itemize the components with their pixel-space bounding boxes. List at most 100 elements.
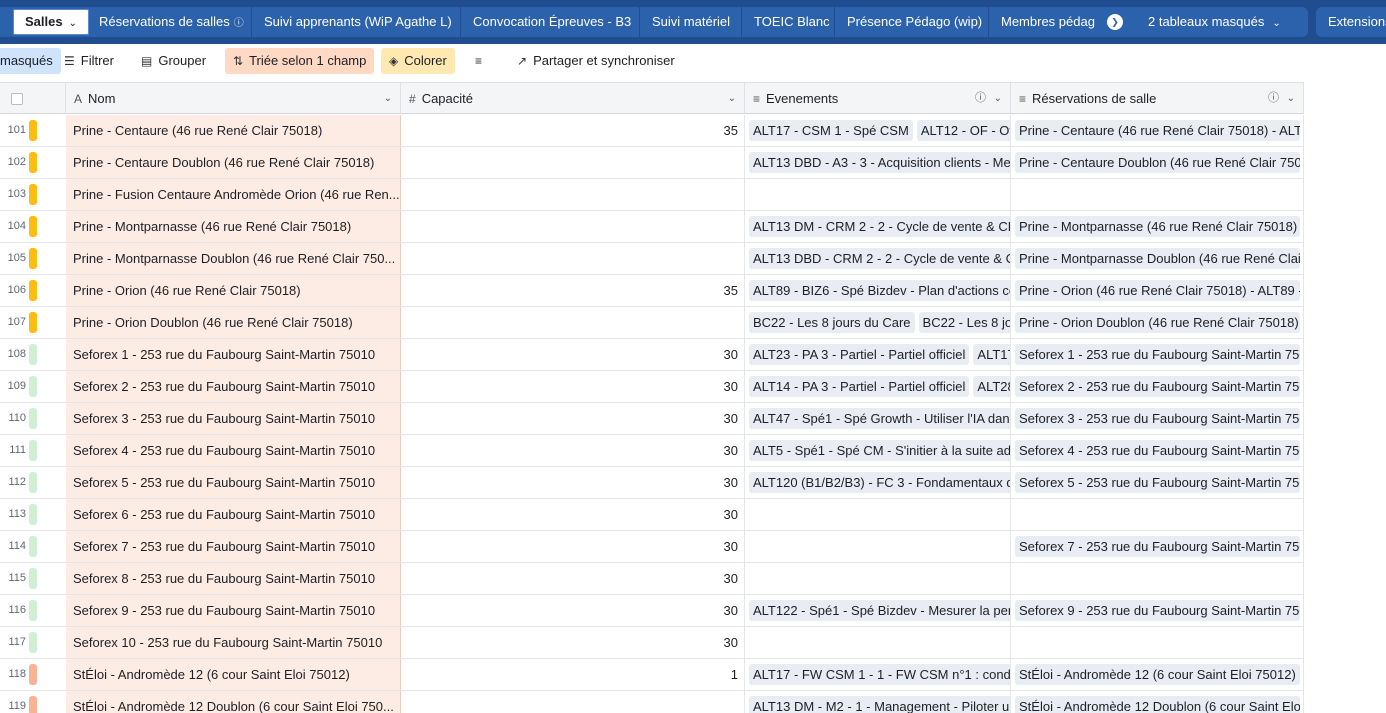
cell-capacite[interactable]: 30: [401, 371, 745, 402]
table-row[interactable]: 108 Seforex 1 - 253 rue du Faubourg Saint…: [0, 339, 1304, 371]
linked-record-chip[interactable]: Seforex 4 - 253 rue du Faubourg Saint-Ma…: [1015, 440, 1300, 461]
cell-nom[interactable]: StÉloi - Andromède 12 (6 cour Saint Eloi…: [66, 659, 401, 690]
table-row[interactable]: 114 Seforex 7 - 253 rue du Faubourg Saint…: [0, 531, 1304, 563]
tab-suivi-apprenants[interactable]: Suivi apprenants (WiP Agathe L): [252, 7, 464, 37]
column-header-reservations[interactable]: ≡ Réservations de salle ⓘ ⌄: [1011, 83, 1304, 114]
cell-evenements[interactable]: ALT13 DBD - A3 - 3 - Acquisition clients…: [745, 147, 1011, 178]
cell-nom[interactable]: Seforex 1 - 253 rue du Faubourg Saint-Ma…: [66, 339, 401, 370]
tab-membres-pedag[interactable]: Membres pédag: [989, 7, 1095, 37]
cell-capacite[interactable]: 35: [401, 115, 745, 146]
cell-capacite[interactable]: [401, 307, 745, 338]
hidden-fields-button[interactable]: masqués: [0, 48, 61, 74]
share-sync-button[interactable]: ↗ Partager et synchroniser: [509, 48, 683, 74]
table-row[interactable]: 109 Seforex 2 - 253 rue du Faubourg Saint…: [0, 371, 1304, 403]
cell-reservations[interactable]: Seforex 7 - 253 rue du Faubourg Saint-Ma…: [1011, 531, 1304, 562]
cell-capacite[interactable]: 30: [401, 531, 745, 562]
chevron-down-icon[interactable]: ⌄: [384, 83, 392, 114]
linked-record-chip[interactable]: Seforex 1 - 253 rue du Faubourg Saint-Ma…: [1015, 344, 1300, 365]
linked-record-chip[interactable]: ALT13 DM - M2 - 1 - Management - Piloter…: [749, 696, 1010, 713]
cell-evenements[interactable]: ALT89 - BIZ6 - Spé Bizdev - Plan d'actio…: [745, 275, 1011, 306]
cell-capacite[interactable]: 30: [401, 467, 745, 498]
filter-button[interactable]: ☰ Filtrer: [56, 48, 122, 74]
cell-reservations[interactable]: Seforex 4 - 253 rue du Faubourg Saint-Ma…: [1011, 435, 1304, 466]
cell-reservations[interactable]: StÉloi - Andromède 12 (6 cour Saint Eloi…: [1011, 659, 1304, 690]
linked-record-chip[interactable]: Seforex 2 - 253 rue du Faubourg Saint-Ma…: [1015, 376, 1300, 397]
cell-evenements[interactable]: ALT122 - Spé1 - Spé Bizdev - Mesurer la …: [745, 595, 1011, 626]
linked-record-chip[interactable]: Prine - Montparnasse (46 rue René Clair …: [1015, 216, 1300, 237]
cell-reservations[interactable]: Seforex 3 - 253 rue du Faubourg Saint-Ma…: [1011, 403, 1304, 434]
cell-evenements[interactable]: ALT47 - Spé1 - Spé Growth - Utiliser l'I…: [745, 403, 1011, 434]
tab-convocation-epreuves[interactable]: Convocation Épreuves - B3: [461, 7, 643, 37]
cell-evenements[interactable]: ALT14 - PA 3 - Partiel - Partiel officie…: [745, 371, 1011, 402]
cell-reservations[interactable]: [1011, 179, 1304, 210]
chevron-down-icon[interactable]: ⌄: [69, 18, 77, 29]
tab-toeic-blanc[interactable]: TOEIC Blanc: [742, 7, 842, 37]
linked-record-chip[interactable]: BC22 - Les 8 jour: [918, 312, 1010, 333]
cell-reservations[interactable]: Prine - Montparnasse (46 rue René Clair …: [1011, 211, 1304, 242]
cell-capacite[interactable]: 30: [401, 595, 745, 626]
linked-record-chip[interactable]: BC22 - Les 8 jours du Care: [749, 312, 915, 333]
cell-nom[interactable]: Prine - Centaure Doublon (46 rue René Cl…: [66, 147, 401, 178]
linked-record-chip[interactable]: Seforex 5 - 253 rue du Faubourg Saint-Ma…: [1015, 472, 1300, 493]
cell-capacite[interactable]: 1: [401, 659, 745, 690]
cell-capacite[interactable]: [401, 179, 745, 210]
table-row[interactable]: 116 Seforex 9 - 253 rue du Faubourg Saint…: [0, 595, 1304, 627]
cell-evenements[interactable]: ALT17 - CSM 1 - Spé CSMALT12 - OF - Offb: [745, 115, 1011, 146]
linked-record-chip[interactable]: ALT13 DM - CRM 2 - 2 - Cycle de vente & …: [749, 216, 1010, 237]
cell-evenements[interactable]: [745, 531, 1011, 562]
cell-reservations[interactable]: Prine - Montparnasse Doublon (46 rue Ren…: [1011, 243, 1304, 274]
linked-record-chip[interactable]: ALT5 - Spé1 - Spé CM - S'initier à la su…: [749, 440, 1010, 461]
cell-nom[interactable]: Seforex 8 - 253 rue du Faubourg Saint-Ma…: [66, 563, 401, 594]
linked-record-chip[interactable]: Prine - Orion (46 rue René Clair 75018) …: [1015, 280, 1300, 301]
linked-record-chip[interactable]: ALT17: [973, 344, 1010, 365]
cell-reservations[interactable]: Prine - Centaure Doublon (46 rue René Cl…: [1011, 147, 1304, 178]
cell-evenements[interactable]: ALT13 DBD - CRM 2 - 2 - Cycle de vente &…: [745, 243, 1011, 274]
cell-capacite[interactable]: 30: [401, 339, 745, 370]
cell-evenements[interactable]: [745, 627, 1011, 658]
cell-nom[interactable]: Seforex 7 - 253 rue du Faubourg Saint-Ma…: [66, 531, 401, 562]
cell-evenements[interactable]: BC22 - Les 8 jours du Care BC22 - Les 8 j…: [745, 307, 1011, 338]
cell-evenements[interactable]: [745, 179, 1011, 210]
cell-capacite[interactable]: [401, 211, 745, 242]
table-row[interactable]: 102 Prine - Centaure Doublon (46 rue René…: [0, 147, 1304, 179]
cell-reservations[interactable]: StÉloi - Andromède 12 Doublon (6 cour Sa…: [1011, 691, 1304, 713]
cell-nom[interactable]: Seforex 2 - 253 rue du Faubourg Saint-Ma…: [66, 371, 401, 402]
linked-record-chip[interactable]: ALT122 - Spé1 - Spé Bizdev - Mesurer la …: [749, 600, 1010, 621]
info-icon[interactable]: ⓘ: [1268, 83, 1279, 114]
table-row[interactable]: 118 StÉloi - Andromède 12 (6 cour Saint E…: [0, 659, 1304, 691]
column-header-capacite[interactable]: # Capacité ⌄: [401, 83, 745, 114]
cell-nom[interactable]: StÉloi - Andromède 12 Doublon (6 cour Sa…: [66, 691, 401, 713]
cell-nom[interactable]: Seforex 10 - 253 rue du Faubourg Saint-M…: [66, 627, 401, 658]
cell-reservations[interactable]: [1011, 563, 1304, 594]
cell-evenements[interactable]: ALT13 DM - M2 - 1 - Management - Piloter…: [745, 691, 1011, 713]
cell-capacite[interactable]: 35: [401, 275, 745, 306]
table-row[interactable]: 101 Prine - Centaure (46 rue René Clair 7…: [0, 115, 1304, 147]
cell-evenements[interactable]: ALT17 - FW CSM 1 - 1 - FW CSM n°1 : cond…: [745, 659, 1011, 690]
linked-record-chip[interactable]: Prine - Orion Doublon (46 rue René Clair…: [1015, 312, 1300, 333]
table-row[interactable]: 117 Seforex 10 - 253 rue du Faubourg Sain…: [0, 627, 1304, 659]
scroll-tabs-right-icon[interactable]: ❯: [1107, 14, 1123, 30]
table-row[interactable]: 104 Prine - Montparnasse (46 rue René Cla…: [0, 211, 1304, 243]
linked-record-chip[interactable]: ALT14 - PA 3 - Partiel - Partiel officie…: [749, 376, 970, 397]
linked-record-chip[interactable]: ALT47 - Spé1 - Spé Growth - Utiliser l'I…: [749, 408, 1010, 429]
linked-record-chip[interactable]: ALT23 - PA 3 - Partiel - Partiel officie…: [749, 344, 970, 365]
cell-nom[interactable]: Prine - Montparnasse (46 rue René Clair …: [66, 211, 401, 242]
column-header-nom[interactable]: A Nom ⌄: [66, 83, 401, 114]
linked-record-chip[interactable]: ALT89 - BIZ6 - Spé Bizdev - Plan d'actio…: [749, 280, 1010, 301]
linked-record-chip[interactable]: ALT28: [973, 376, 1010, 397]
cell-nom[interactable]: Prine - Orion (46 rue René Clair 75018): [66, 275, 401, 306]
table-row[interactable]: 115 Seforex 8 - 253 rue du Faubourg Saint…: [0, 563, 1304, 595]
cell-reservations[interactable]: [1011, 499, 1304, 530]
table-row[interactable]: 107 Prine - Orion Doublon (46 rue René Cl…: [0, 307, 1304, 339]
table-row[interactable]: 111 Seforex 4 - 253 rue du Faubourg Saint…: [0, 435, 1304, 467]
sort-button[interactable]: ⇅ Triée selon 1 champ: [225, 48, 375, 74]
table-row[interactable]: 119 StÉloi - Andromède 12 Doublon (6 cour…: [0, 691, 1304, 713]
chevron-down-icon[interactable]: ⌄: [1287, 83, 1295, 114]
cell-reservations[interactable]: [1011, 627, 1304, 658]
cell-nom[interactable]: Seforex 4 - 253 rue du Faubourg Saint-Ma…: [66, 435, 401, 466]
cell-capacite[interactable]: 30: [401, 563, 745, 594]
cell-capacite[interactable]: 30: [401, 435, 745, 466]
linked-record-chip[interactable]: ALT13 DBD - A3 - 3 - Acquisition clients…: [749, 152, 1010, 173]
cell-evenements[interactable]: [745, 499, 1011, 530]
cell-evenements[interactable]: [745, 563, 1011, 594]
